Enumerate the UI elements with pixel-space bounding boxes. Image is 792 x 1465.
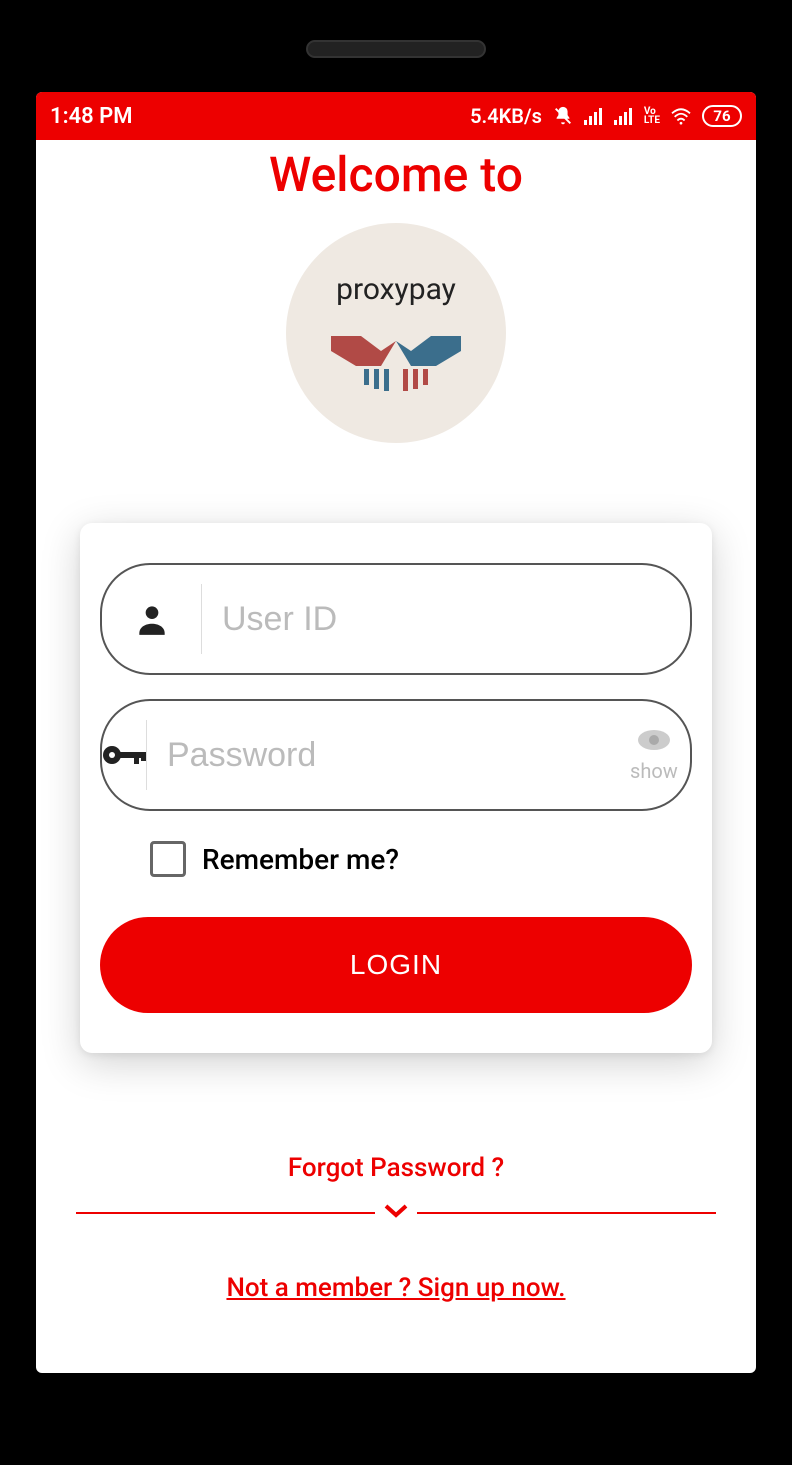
status-bar: 1:48 PM 5.4KB/s VoLTE 76 xyxy=(36,92,756,140)
welcome-title: Welcome to xyxy=(36,146,756,203)
password-input[interactable] xyxy=(147,736,630,775)
userid-input[interactable] xyxy=(202,600,690,639)
signal-2-icon xyxy=(614,107,634,125)
data-rate: 5.4KB/s xyxy=(470,104,542,128)
forgot-password-link[interactable]: Forgot Password ? xyxy=(36,1153,756,1183)
brand-name: proxypay xyxy=(336,272,456,307)
eye-icon xyxy=(636,728,672,757)
chevron-down-icon xyxy=(383,1203,409,1223)
battery-indicator: 76 xyxy=(702,105,742,127)
divider xyxy=(76,1203,716,1223)
signup-link[interactable]: Not a member ? Sign up now. xyxy=(36,1273,756,1303)
user-icon xyxy=(102,584,202,654)
remember-checkbox[interactable] xyxy=(150,841,186,877)
volte-label: VoLTE xyxy=(644,107,660,125)
signal-1-icon xyxy=(584,107,604,125)
remember-me[interactable]: Remember me? xyxy=(150,841,692,877)
show-label: show xyxy=(630,759,678,783)
userid-field xyxy=(100,563,692,675)
login-card: show Remember me? LOGIN xyxy=(80,523,712,1053)
status-time: 1:48 PM xyxy=(50,104,133,129)
wifi-icon xyxy=(670,107,692,125)
key-icon xyxy=(102,720,147,790)
login-button[interactable]: LOGIN xyxy=(100,917,692,1013)
show-password-toggle[interactable]: show xyxy=(630,728,692,783)
notifications-muted-icon xyxy=(552,105,574,127)
password-field: show xyxy=(100,699,692,811)
handshake-icon xyxy=(326,311,466,405)
remember-label: Remember me? xyxy=(202,843,399,876)
brand-logo: proxypay xyxy=(286,223,506,443)
